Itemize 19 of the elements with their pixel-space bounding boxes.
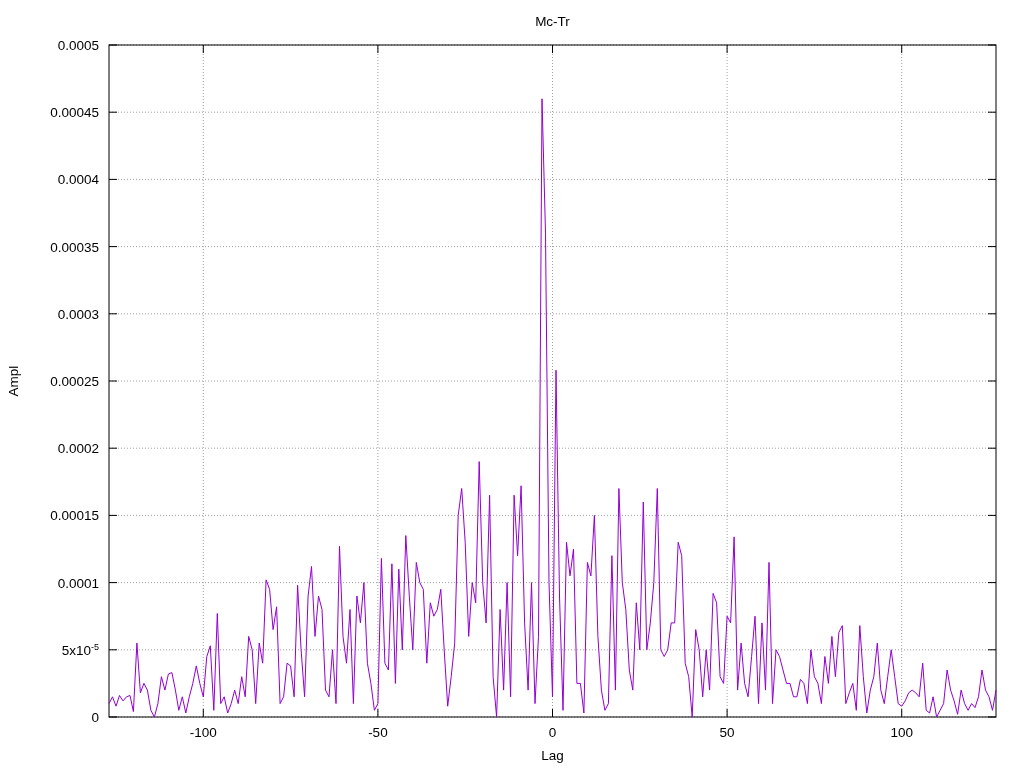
tick-label: 0.00045 xyxy=(50,105,99,121)
tick-label: -100 xyxy=(189,725,217,740)
tick-label: 5x10$^{-5}$ xyxy=(61,641,99,658)
tick-label: 0 xyxy=(91,710,99,725)
tick-label: -50 xyxy=(368,725,388,740)
tick-label: 0.0002 xyxy=(57,441,99,457)
tick-label: 0.0003 xyxy=(57,306,99,322)
chart-title: Mc-Tr xyxy=(535,14,570,29)
tick-label: 0.0001 xyxy=(57,575,99,591)
tick-label: 0.00035 xyxy=(50,239,99,255)
tick-label: 0 xyxy=(548,725,557,740)
axis-label: Ampl xyxy=(6,365,21,397)
axis-label: Lag xyxy=(541,748,564,763)
tick-label: 0.00025 xyxy=(50,374,99,389)
tick-label: 0.0004 xyxy=(57,172,99,188)
tick-label: 0.00015 xyxy=(50,508,99,524)
tick-label: 50 xyxy=(719,725,735,740)
tick-label: 100 xyxy=(890,725,913,740)
tick-label: 0.0005 xyxy=(57,38,99,53)
